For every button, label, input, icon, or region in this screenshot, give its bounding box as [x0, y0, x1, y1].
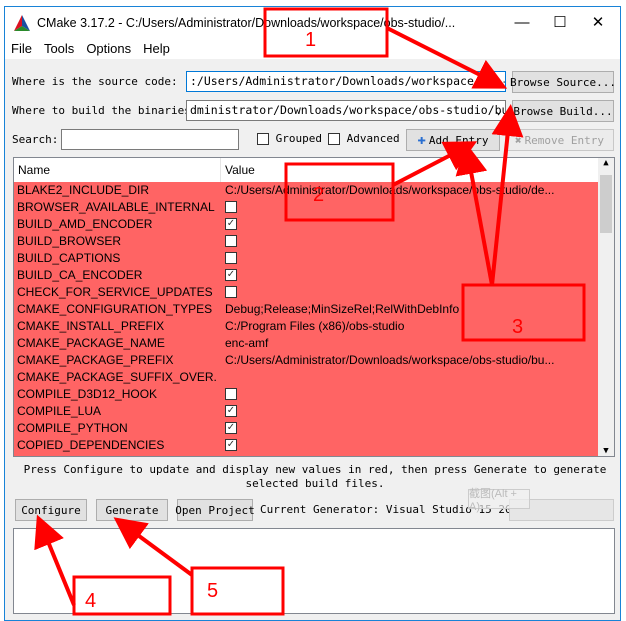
row-checkbox[interactable] — [225, 286, 237, 298]
minimize-button[interactable]: — — [502, 7, 542, 37]
grouped-checkbox[interactable]: Grouped — [257, 132, 322, 145]
row-name: BUILD_BROWSER — [17, 234, 122, 248]
row-value[interactable]: C:/Users/Administrator/Downloads/workspa… — [225, 353, 554, 367]
scroll-down-icon[interactable]: ▼ — [598, 446, 614, 456]
column-name[interactable]: Name — [18, 163, 50, 177]
annotation-label-2: 2 — [313, 184, 325, 206]
row-name: CMAKE_PACKAGE_PREFIX — [17, 353, 174, 367]
table-row[interactable]: BUILD_BROWSER — [14, 233, 599, 250]
scroll-thumb[interactable] — [600, 175, 612, 233]
row-name: CMAKE_PACKAGE_NAME — [17, 336, 165, 350]
table-row[interactable]: BUILD_AMD_ENCODER ✓ — [14, 216, 599, 233]
source-label: Where is the source code: — [12, 75, 178, 88]
advanced-label: Advanced — [346, 132, 400, 145]
menu-file[interactable]: File — [5, 39, 38, 59]
grouped-label: Grouped — [275, 132, 322, 145]
row-name: BUILD_AMD_ENCODER — [17, 217, 153, 231]
configure-button[interactable]: Configure — [15, 499, 87, 521]
menu-options[interactable]: Options — [80, 39, 137, 59]
menu-tools[interactable]: Tools — [38, 39, 80, 59]
output-log[interactable] — [13, 528, 615, 614]
search-label: Search: — [12, 133, 59, 146]
row-name: BUILD_CA_ENCODER — [17, 268, 143, 282]
open-project-button[interactable]: Open Project — [175, 499, 255, 521]
advanced-check[interactable] — [328, 133, 340, 145]
source-input[interactable]: :/Users/Administrator/Downloads/workspac… — [186, 71, 506, 92]
advanced-checkbox[interactable]: Advanced — [328, 132, 400, 145]
column-value[interactable]: Value — [225, 163, 255, 177]
cmake-window: CMake 3.17.2 - C:/Users/Administrator/Do… — [4, 6, 621, 621]
row-checkbox[interactable]: ✓ — [225, 405, 237, 417]
row-name: COPIED_DEPENDENCIES — [17, 438, 165, 452]
table-row[interactable]: CHECK_FOR_SERVICE_UPDATES — [14, 284, 599, 301]
search-input[interactable] — [61, 129, 239, 150]
maximize-button[interactable]: ☐ — [540, 7, 580, 37]
window-title: CMake 3.17.2 - C:/Users/Administrator/Do… — [37, 16, 456, 30]
add-entry-label: Add Entry — [428, 133, 489, 147]
row-checkbox[interactable]: ✓ — [225, 269, 237, 281]
generate-button[interactable]: Generate — [96, 499, 168, 521]
annotation-label-4: 4 — [85, 590, 97, 612]
browse-build-button[interactable]: Browse Build... — [512, 100, 614, 122]
row-name: COMPILE_LUA — [17, 404, 102, 418]
row-value[interactable]: C:/Program Files (x86)/obs-studio — [225, 319, 404, 333]
row-value[interactable]: Debug;Release;MinSizeRel;RelWithDebInfo — [225, 302, 459, 316]
cmake-logo-icon — [14, 15, 30, 31]
table-row[interactable]: BLAKE2_INCLUDE_DIR C:/Users/Administrator… — [14, 182, 599, 199]
remove-entry-label: Remove Entry — [524, 133, 605, 147]
add-entry-button[interactable]: ✚ Add Entry — [406, 129, 500, 151]
row-checkbox[interactable]: ✓ — [225, 422, 237, 434]
annotation-label-5: 5 — [207, 580, 219, 602]
row-name: BLAKE2_INCLUDE_DIR — [17, 183, 150, 197]
annotation-label-3: 3 — [512, 316, 524, 338]
table-row[interactable]: BUILD_CAPTIONS — [14, 250, 599, 267]
grouped-check[interactable] — [257, 133, 269, 145]
row-value[interactable]: C:/Users/Administrator/Downloads/workspa… — [225, 183, 554, 197]
row-checkbox[interactable]: ✓ — [225, 439, 237, 451]
row-name: BUILD_CAPTIONS — [17, 251, 121, 265]
row-name: CMAKE_CONFIGURATION_TYPES — [17, 302, 213, 316]
row-name: COMPILE_D3D12_HOOK — [17, 387, 158, 401]
row-name: CMAKE_PACKAGE_SUFFIX_OVER... — [17, 370, 217, 384]
annotation-label-1: 1 — [305, 29, 317, 51]
row-value[interactable]: enc-amf — [225, 336, 268, 350]
row-name: CMAKE_INSTALL_PREFIX — [17, 319, 165, 333]
table-header: Name Value — [14, 158, 599, 182]
remove-entry-button[interactable]: ✖ Remove Entry — [505, 129, 614, 151]
browse-source-button[interactable]: Browse Source... — [510, 71, 616, 93]
table-row[interactable]: CMAKE_PACKAGE_PREFIX C:/Users/Administrat… — [14, 352, 599, 369]
table-row[interactable]: COMPILE_PYTHON ✓ — [14, 420, 599, 437]
table-row[interactable]: COMPILE_LUA ✓ — [14, 403, 599, 420]
build-combobox[interactable]: dministrator/Downloads/workspace/obs-stu… — [186, 100, 506, 121]
screenshot-tooltip: 截图(Alt + A) — [468, 488, 530, 513]
build-value: dministrator/Downloads/workspace/obs-stu… — [190, 103, 506, 117]
row-checkbox[interactable] — [225, 388, 237, 400]
table-row[interactable]: CMAKE_PACKAGE_SUFFIX_OVER... — [14, 369, 599, 386]
table-scrollbar[interactable]: ▲ ▼ — [598, 158, 614, 456]
row-checkbox[interactable] — [225, 201, 237, 213]
row-checkbox[interactable] — [225, 235, 237, 247]
plus-icon: ✚ — [417, 132, 426, 148]
build-label: Where to build the binaries: — [12, 104, 198, 117]
chevron-down-icon[interactable]: ⌄ — [495, 103, 502, 117]
scroll-up-icon[interactable]: ▲ — [598, 158, 614, 168]
remove-icon: ✖ — [514, 133, 522, 147]
row-name: BROWSER_AVAILABLE_INTERNAL — [17, 200, 215, 214]
row-name: CHECK_FOR_SERVICE_UPDATES — [17, 285, 213, 299]
row-name: COMPILE_PYTHON — [17, 421, 128, 435]
table-row[interactable]: BROWSER_AVAILABLE_INTERNAL — [14, 199, 599, 216]
table-row[interactable]: COPIED_DEPENDENCIES ✓ — [14, 437, 599, 454]
row-checkbox[interactable] — [225, 252, 237, 264]
menu-help[interactable]: Help — [137, 39, 176, 59]
row-checkbox[interactable]: ✓ — [225, 218, 237, 230]
table-row[interactable]: COMPILE_D3D12_HOOK — [14, 386, 599, 403]
table-row[interactable]: BUILD_CA_ENCODER ✓ — [14, 267, 599, 284]
close-button[interactable]: ✕ — [578, 7, 618, 37]
